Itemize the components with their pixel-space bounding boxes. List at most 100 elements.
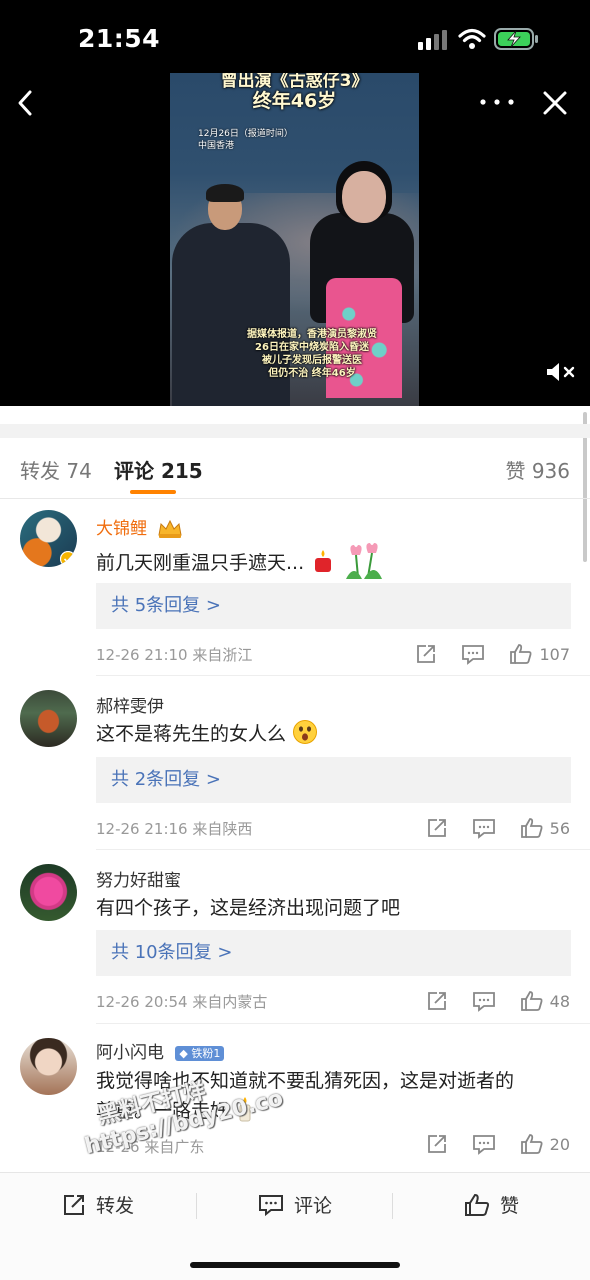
comment-actions: 48 <box>426 989 570 1013</box>
video-caption: 据媒体报道，香港演员黎淑贤 26日在家中烧炭陷入昏迷 被儿子发现后报警送医 但仍… <box>212 328 412 380</box>
comment-meta: 12-26 20:54 来自内蒙古 <box>96 993 268 1011</box>
comment-username[interactable]: 努力好甜蜜 <box>96 866 181 891</box>
wifi-icon <box>458 28 486 49</box>
mute-icon[interactable] <box>545 361 577 383</box>
view-replies-button[interactable]: 共 5条回复 > <box>96 583 571 629</box>
comment-meta: 12-26 21:10 来自浙江 <box>96 646 253 664</box>
comment-icon <box>472 992 495 1012</box>
view-replies-button[interactable]: 共 10条回复 > <box>96 930 571 976</box>
comment-text-content: 前几天刚重温只手遮天... <box>96 552 305 574</box>
comment-divider <box>96 849 590 850</box>
comment-text: 前几天刚重温只手遮天... <box>96 541 566 581</box>
comment-actions: 56 <box>426 816 570 840</box>
avatar[interactable] <box>20 864 77 921</box>
comment-actions: 20 <box>426 1132 570 1156</box>
thumbs-up-icon <box>520 991 543 1011</box>
share-button[interactable] <box>426 817 448 839</box>
cellular-signal-icon <box>418 30 447 50</box>
video-date-label: 12月26日（报道时间） 中国香港 <box>198 128 293 152</box>
reply-button[interactable] <box>472 817 496 839</box>
video-player[interactable]: 曾出演《古惑仔3》 终年46岁 12月26日（报道时间） 中国香港 据媒体报道，… <box>170 73 419 406</box>
like-count: 107 <box>539 644 570 664</box>
forward-label: 转发 <box>96 1195 135 1217</box>
comment-username[interactable]: 阿小闪电 ◆ 铁粉1 <box>96 1038 225 1063</box>
vip-crown-icon <box>158 519 183 538</box>
like-count: 56 <box>549 818 570 838</box>
comment-actions: 107 <box>415 642 570 666</box>
fan-badge: ◆ 铁粉1 <box>175 1045 225 1061</box>
like-button[interactable]: 107 <box>509 643 570 665</box>
like-button[interactable]: 赞 <box>464 1191 519 1218</box>
reply-button[interactable] <box>472 990 496 1012</box>
avatar[interactable] <box>20 510 77 567</box>
section-divider <box>0 424 590 438</box>
comment-meta: 12-26 21:16 来自陕西 <box>96 820 253 838</box>
view-replies-button[interactable]: 共 2条回复 > <box>96 757 571 803</box>
reply-button[interactable] <box>472 1133 496 1155</box>
comment-icon <box>259 1194 283 1216</box>
tab-likes[interactable]: 赞 936 <box>505 455 570 484</box>
tab-bar: 转发 74 评论 215 赞 936 <box>0 438 590 498</box>
share-button[interactable] <box>426 1133 448 1155</box>
comment-username[interactable]: 大锦鲤 <box>96 514 184 539</box>
username-text: 大锦鲤 <box>96 519 147 539</box>
close-icon[interactable] <box>540 88 570 118</box>
tabs-divider <box>0 498 590 499</box>
comment-icon <box>472 1135 495 1155</box>
tab-forward[interactable]: 转发 74 <box>20 455 92 484</box>
comment-username[interactable]: 郝梓雯伊 <box>96 692 164 717</box>
like-button[interactable]: 20 <box>520 1133 570 1155</box>
video-figure <box>206 184 244 202</box>
share-button[interactable] <box>415 643 437 665</box>
like-button[interactable]: 56 <box>520 817 570 839</box>
comment-text: 这不是蒋先生的女人么 <box>96 719 566 749</box>
tab-comments[interactable]: 评论 215 <box>114 455 203 484</box>
battery-charging-icon <box>494 28 538 50</box>
comment-icon <box>472 819 495 839</box>
reply-button[interactable] <box>461 643 485 665</box>
like-button[interactable]: 48 <box>520 990 570 1012</box>
thumbs-up-icon <box>520 1134 543 1154</box>
video-caption-line: 据媒体报道，香港演员黎淑贤 <box>247 329 377 340</box>
comment-icon <box>462 645 485 665</box>
tulip-emoji-icon <box>346 543 383 579</box>
surprised-emoji-icon <box>293 720 318 744</box>
status-time: 21:54 <box>78 24 161 53</box>
candle-emoji-icon <box>315 550 332 572</box>
video-caption-line: 但仍不治 终年46岁 <box>268 368 356 379</box>
avatar[interactable] <box>20 690 77 747</box>
share-icon <box>64 1194 84 1215</box>
share-button[interactable] <box>426 990 448 1012</box>
comment-label: 评论 <box>294 1195 333 1217</box>
thumbs-up-icon <box>510 644 532 664</box>
video-header-area: 21:54 曾出演《古惑仔3》 终年46岁 12月26日（报道时间） 中国香港 … <box>0 0 590 406</box>
video-location: 中国香港 <box>198 141 235 151</box>
active-tab-indicator <box>130 490 176 494</box>
comment-text: 有四个孩子，这是经济出现问题了吧 <box>96 897 401 919</box>
like-count: 20 <box>549 1134 570 1154</box>
more-options-icon[interactable] <box>478 90 516 114</box>
video-caption-line: 被儿子发现后报警送医 <box>262 355 362 366</box>
like-label: 赞 <box>500 1195 520 1217</box>
video-headline-line1: 曾出演《古惑仔3》 <box>220 73 369 91</box>
share-icon <box>427 992 446 1010</box>
status-bar: 21:54 <box>0 0 590 80</box>
share-icon <box>427 1135 446 1153</box>
forward-button[interactable]: 转发 <box>62 1191 134 1218</box>
bottom-divider <box>196 1193 197 1219</box>
home-indicator[interactable] <box>190 1262 400 1268</box>
video-headline-line2: 终年46岁 <box>252 90 337 112</box>
comment-text-content: 这不是蒋先生的女人么 <box>96 723 287 745</box>
video-headline: 曾出演《古惑仔3》 终年46岁 <box>170 73 419 111</box>
video-date: 12月26日（报道时间） <box>198 129 293 139</box>
comment-divider <box>96 1023 590 1024</box>
bottom-divider <box>392 1193 393 1219</box>
comment-divider <box>96 675 590 676</box>
fan-badge-text: 铁粉1 <box>191 1046 221 1060</box>
comment-button[interactable]: 评论 <box>258 1191 332 1218</box>
video-figure <box>342 171 386 223</box>
video-caption-line: 26日在家中烧炭陷入昏迷 <box>255 342 369 353</box>
username-text: 阿小闪电 <box>96 1043 164 1063</box>
avatar[interactable] <box>20 1038 77 1095</box>
back-icon[interactable] <box>12 88 42 118</box>
